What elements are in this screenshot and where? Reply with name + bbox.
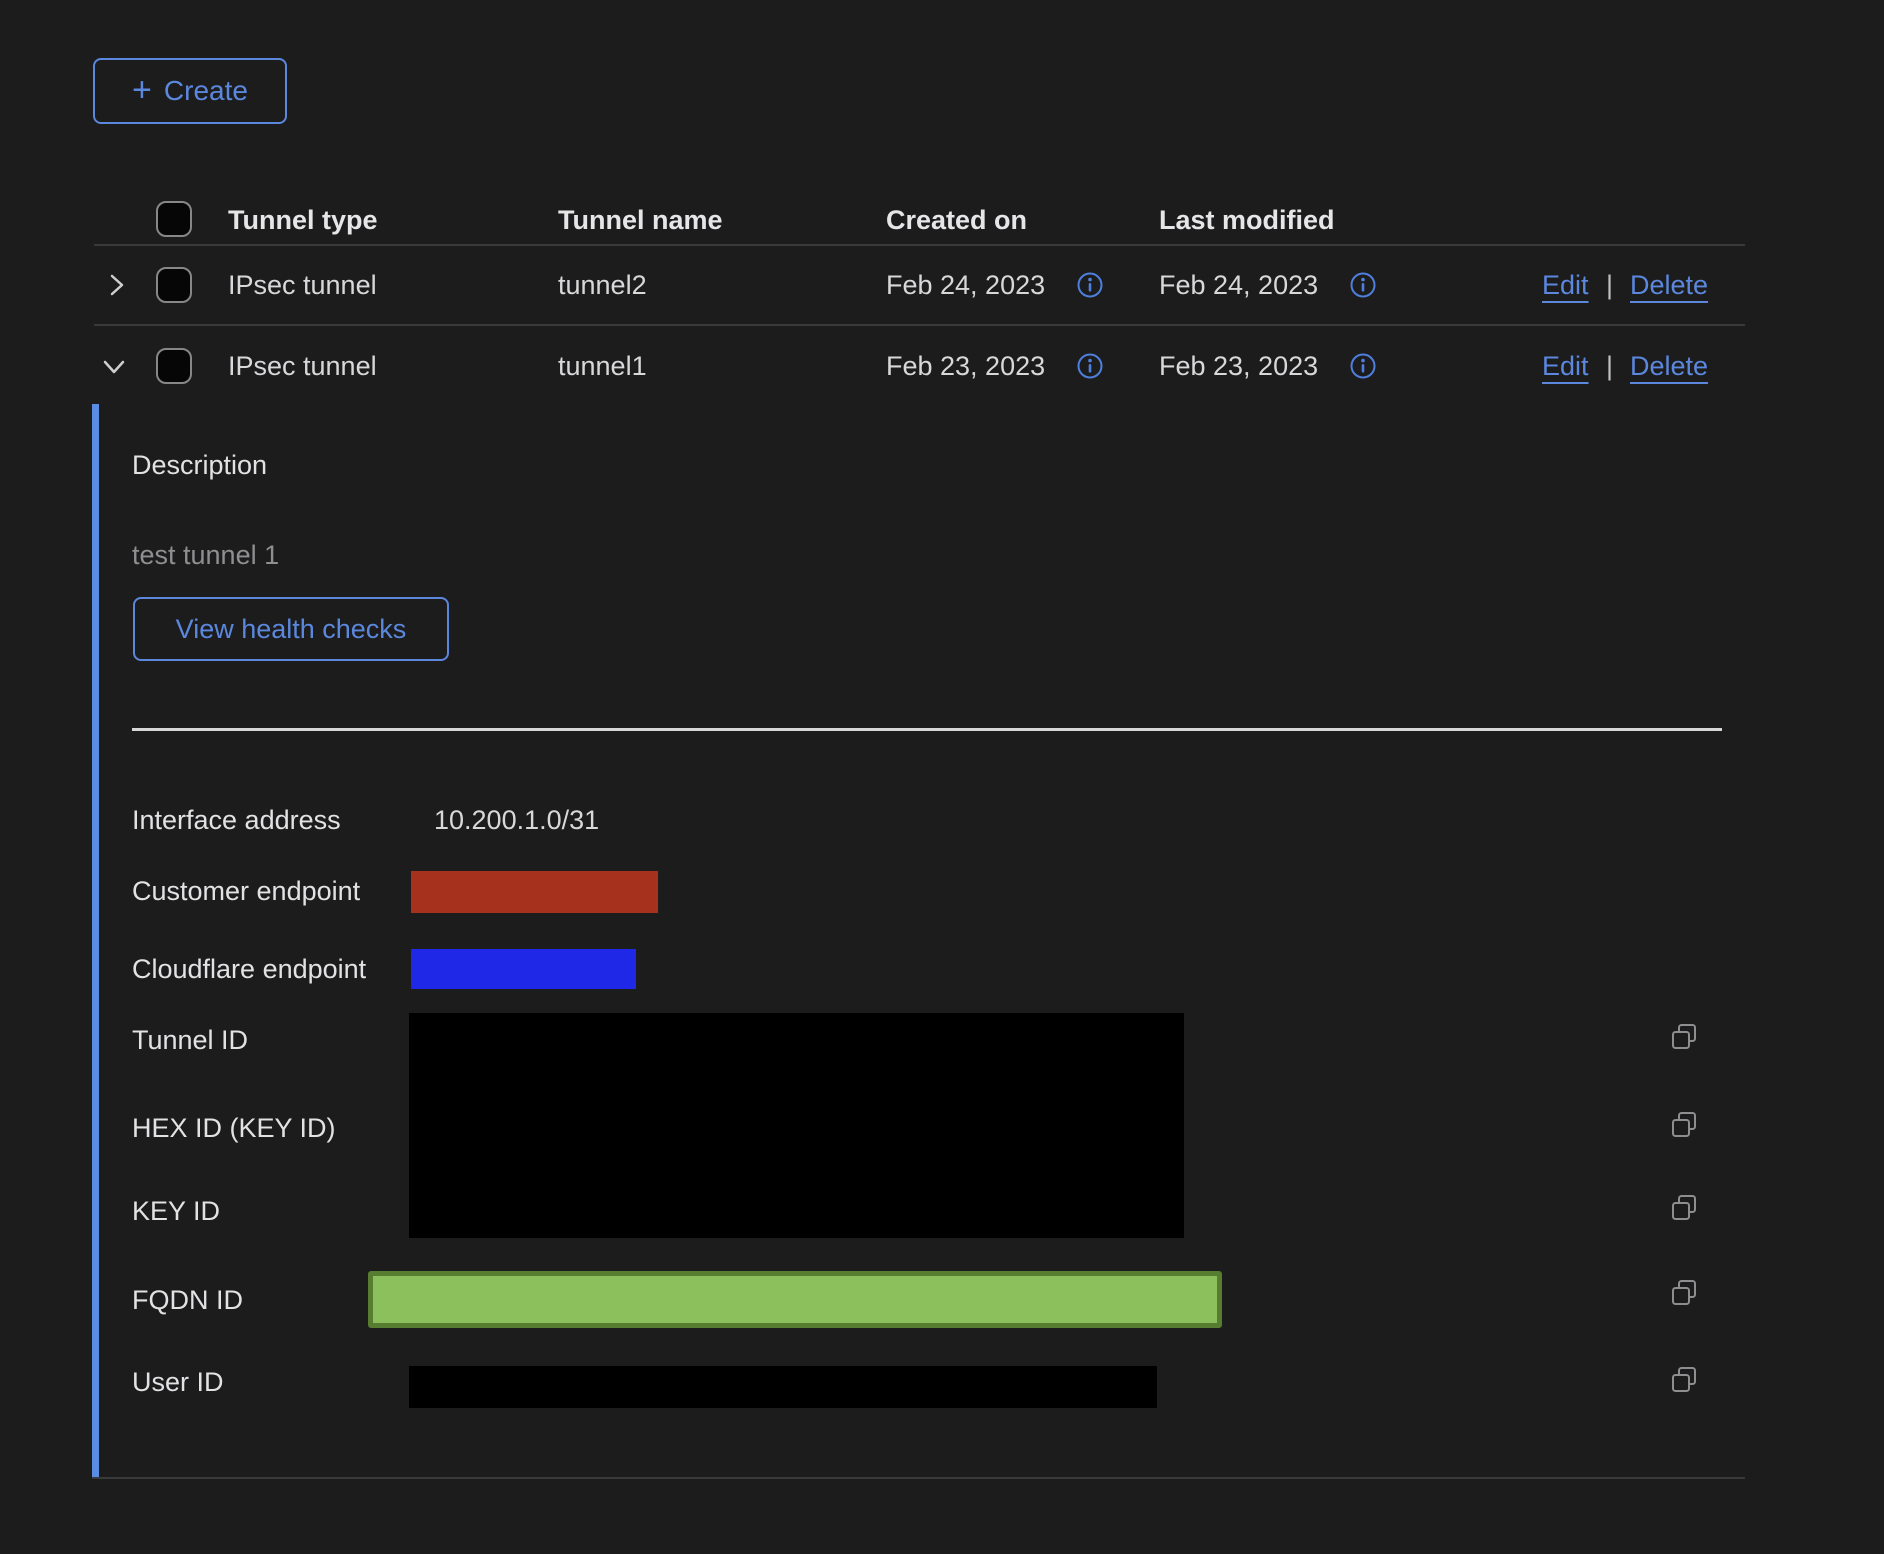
field-label-customer-endpoint: Customer endpoint xyxy=(132,874,360,908)
action-separator: | xyxy=(1606,349,1613,383)
expanded-panel-accent-border xyxy=(92,404,99,1478)
tunnel-name-cell: tunnel1 xyxy=(558,349,647,383)
created-on-info-icon[interactable] xyxy=(1076,352,1104,380)
panel-bottom-divider xyxy=(92,1477,1745,1479)
copy-icon xyxy=(1669,1211,1699,1226)
tunnel-name-cell: tunnel2 xyxy=(558,268,647,302)
field-label-hex-id: HEX ID (KEY ID) xyxy=(132,1111,336,1145)
collapse-row-button[interactable] xyxy=(100,352,128,380)
row-checkbox[interactable] xyxy=(156,348,192,384)
field-label-tunnel-id: Tunnel ID xyxy=(132,1023,248,1057)
field-label-interface-address: Interface address xyxy=(132,803,341,837)
tunnel-type-cell: IPsec tunnel xyxy=(228,349,377,383)
column-header-created-on: Created on xyxy=(886,203,1027,237)
column-header-tunnel-type: Tunnel type xyxy=(228,203,378,237)
field-value-interface-address: 10.200.1.0/31 xyxy=(434,803,599,837)
action-separator: | xyxy=(1606,268,1613,302)
tunnel-type-cell: IPsec tunnel xyxy=(228,268,377,302)
field-label-key-id: KEY ID xyxy=(132,1194,220,1228)
view-health-checks-button[interactable]: View health checks xyxy=(133,597,449,661)
delete-link[interactable]: Delete xyxy=(1630,349,1708,383)
create-button-label: Create xyxy=(164,75,248,107)
expand-row-button[interactable] xyxy=(102,271,130,299)
chevron-down-icon xyxy=(100,368,128,383)
last-modified-info-icon[interactable] xyxy=(1349,271,1377,299)
redaction-fqdn-id xyxy=(368,1271,1222,1328)
created-on-cell: Feb 23, 2023 xyxy=(886,349,1045,383)
redaction-cloudflare-endpoint xyxy=(411,949,636,989)
field-label-user-id: User ID xyxy=(132,1365,224,1399)
last-modified-cell: Feb 24, 2023 xyxy=(1159,268,1318,302)
edit-link[interactable]: Edit xyxy=(1542,349,1589,383)
copy-user-id-button[interactable] xyxy=(1669,1365,1699,1395)
chevron-right-icon xyxy=(102,287,130,302)
created-on-cell: Feb 24, 2023 xyxy=(886,268,1045,302)
select-all-checkbox[interactable] xyxy=(156,201,192,237)
plus-icon: + xyxy=(132,73,152,107)
copy-icon xyxy=(1669,1296,1699,1311)
last-modified-cell: Feb 23, 2023 xyxy=(1159,349,1318,383)
copy-tunnel-id-button[interactable] xyxy=(1669,1022,1699,1052)
redaction-tunnel-hex-key-ids xyxy=(409,1013,1184,1238)
last-modified-info-icon[interactable] xyxy=(1349,352,1377,380)
copy-key-id-button[interactable] xyxy=(1669,1193,1699,1223)
field-label-cloudflare-endpoint: Cloudflare endpoint xyxy=(132,952,366,986)
tunnels-page: + Create Tunnel type Tunnel name Created… xyxy=(0,0,1884,1554)
column-header-tunnel-name: Tunnel name xyxy=(558,203,723,237)
column-header-last-modified: Last modified xyxy=(1159,203,1335,237)
redaction-customer-endpoint xyxy=(411,871,658,913)
copy-fqdn-id-button[interactable] xyxy=(1669,1278,1699,1308)
created-on-info-icon[interactable] xyxy=(1076,271,1104,299)
copy-icon xyxy=(1669,1040,1699,1055)
copy-hex-id-button[interactable] xyxy=(1669,1110,1699,1140)
delete-link[interactable]: Delete xyxy=(1630,268,1708,302)
header-divider xyxy=(94,244,1745,246)
field-label-fqdn-id: FQDN ID xyxy=(132,1283,243,1317)
copy-icon xyxy=(1669,1128,1699,1143)
description-value: test tunnel 1 xyxy=(132,538,279,572)
row-checkbox[interactable] xyxy=(156,267,192,303)
copy-icon xyxy=(1669,1383,1699,1398)
description-label: Description xyxy=(132,448,267,482)
edit-link[interactable]: Edit xyxy=(1542,268,1589,302)
row-divider xyxy=(94,324,1745,326)
redaction-user-id xyxy=(409,1366,1157,1408)
section-divider xyxy=(132,728,1722,731)
create-button[interactable]: + Create xyxy=(93,58,287,124)
